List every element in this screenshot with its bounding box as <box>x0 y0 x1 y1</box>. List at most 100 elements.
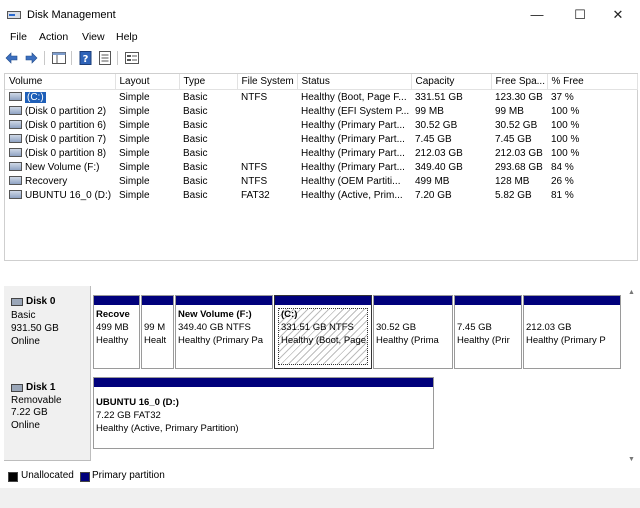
primary-partition-bar <box>94 296 139 305</box>
partition-status: Healt <box>144 335 167 346</box>
disk-0-type: Basic <box>11 310 36 321</box>
partition-new-volume-f[interactable]: New Volume (F:) 349.40 GB NTFS Healthy (Pr… <box>175 295 273 369</box>
menu-help[interactable]: Help <box>116 31 138 43</box>
toolbar: ? <box>0 48 640 68</box>
partition-disk0-7[interactable]: 7.45 GB Healthy (Prir <box>454 295 522 369</box>
disk-management-window: Disk Management — ☐ ✕ File Action View H… <box>0 0 640 508</box>
file-system-cell: NTFS <box>241 161 268 173</box>
toolbar-separator <box>44 51 45 65</box>
disk-list-view-icon[interactable] <box>124 50 140 66</box>
partition-efi[interactable]: 99 M Healt <box>141 295 174 369</box>
minimize-button[interactable]: — <box>515 0 559 30</box>
capacity-cell: 30.52 GB <box>415 119 458 131</box>
column-header-type[interactable]: Type <box>179 74 238 90</box>
primary-partition-bar <box>374 296 452 305</box>
partition-c-selected[interactable]: (C:) 331.51 GB NTFS Healthy (Boot, Page <box>274 295 372 369</box>
vertical-scrollbar[interactable]: ▲ ▼ <box>626 286 636 466</box>
column-header-file-system[interactable]: File System <box>237 74 298 90</box>
percent-free-cell: 100 % <box>551 147 580 159</box>
disk-icon <box>11 298 23 306</box>
file-system-cell: NTFS <box>241 175 268 187</box>
volume-name: Recovery <box>25 175 68 187</box>
partition-recovery[interactable]: Recove 499 MB Healthy <box>93 295 140 369</box>
column-header-layout[interactable]: Layout <box>115 74 180 90</box>
window-title: Disk Management <box>27 9 116 21</box>
type-cell: Basic <box>183 133 208 145</box>
status-cell: Healthy (Primary Part... <box>301 119 405 131</box>
disk-management-app-icon <box>7 11 21 19</box>
menu-bar: File Action View Help <box>0 30 640 46</box>
column-header-percent-free[interactable]: % Free <box>547 74 638 90</box>
table-row[interactable]: Recovery Simple Basic NTFS Healthy (OEM … <box>5 174 637 188</box>
disk-0-state: Online <box>11 336 40 347</box>
volume-name: New Volume (F:) <box>25 161 100 173</box>
partition-size: 331.51 GB NTFS <box>281 322 354 333</box>
volume-name: (Disk 0 partition 2) <box>25 105 107 117</box>
primary-partition-bar <box>142 296 173 305</box>
pane-splitter[interactable] <box>0 262 640 286</box>
table-row[interactable]: (Disk 0 partition 7) Simple Basic Health… <box>5 132 637 146</box>
disk-1-label[interactable]: Disk 1 Removable 7.22 GB Online <box>4 374 91 461</box>
table-row[interactable]: (C:) Simple Basic NTFS Healthy (Boot, Pa… <box>5 90 637 105</box>
partition-size: 499 MB <box>96 322 129 333</box>
table-row[interactable]: UBUNTU 16_0 (D:) Simple Basic FAT32 Heal… <box>5 188 637 202</box>
menu-action[interactable]: Action <box>39 31 68 43</box>
primary-partition-bar <box>524 296 620 305</box>
table-header-row: Volume Layout Type File System Status Ca… <box>5 74 638 90</box>
table-row[interactable]: (Disk 0 partition 2) Simple Basic Health… <box>5 104 637 118</box>
partition-label: UBUNTU 16_0 (D:) <box>96 397 179 408</box>
disk-1-type: Removable <box>11 395 62 406</box>
back-arrow-icon[interactable] <box>4 50 20 66</box>
percent-free-cell: 81 % <box>551 189 574 201</box>
scroll-down-arrow-icon[interactable]: ▼ <box>628 456 635 463</box>
volume-name: (C:) <box>25 91 46 103</box>
column-header-volume[interactable]: Volume <box>5 74 116 90</box>
volume-icon <box>9 162 22 172</box>
layout-cell: Simple <box>119 105 150 117</box>
volume-name: (Disk 0 partition 7) <box>25 133 107 145</box>
status-cell: Healthy (Primary Part... <box>301 133 405 145</box>
properties-icon[interactable] <box>97 50 113 66</box>
disk-1-name: Disk 1 <box>26 382 56 393</box>
forward-arrow-icon[interactable] <box>23 50 39 66</box>
partition-disk0-8[interactable]: 212.03 GB Healthy (Primary P <box>523 295 621 369</box>
column-header-free-space[interactable]: Free Spa... <box>491 74 548 90</box>
column-header-status[interactable]: Status <box>297 74 412 90</box>
layout-cell: Simple <box>119 119 150 131</box>
partition-ubuntu-d[interactable]: UBUNTU 16_0 (D:) 7.22 GB FAT32 Healthy (Ac… <box>93 377 434 449</box>
primary-partition-bar <box>275 296 371 305</box>
percent-free-cell: 100 % <box>551 133 580 145</box>
scroll-up-arrow-icon[interactable]: ▲ <box>628 289 635 296</box>
table-row[interactable]: New Volume (F:) Simple Basic NTFS Health… <box>5 160 637 174</box>
show-hide-console-tree-icon[interactable] <box>51 50 67 66</box>
free-space-cell: 5.82 GB <box>495 189 532 201</box>
partition-disk0-6[interactable]: 30.52 GB Healthy (Prima <box>373 295 453 369</box>
disk-0-row: Disk 0 Basic 931.50 GB Online Recove 499 … <box>4 286 626 375</box>
capacity-cell: 499 MB <box>415 175 450 187</box>
menu-file[interactable]: File <box>10 31 27 43</box>
free-space-cell: 99 MB <box>495 105 524 117</box>
layout-cell: Simple <box>119 133 150 145</box>
partition-size: 7.45 GB <box>457 322 492 333</box>
volume-icon <box>9 92 22 102</box>
partition-size: 212.03 GB <box>526 322 572 333</box>
table-row[interactable]: (Disk 0 partition 6) Simple Basic Health… <box>5 118 637 132</box>
free-space-cell: 7.45 GB <box>495 133 532 145</box>
unallocated-swatch <box>8 472 18 482</box>
volume-icon <box>9 148 22 158</box>
table-row[interactable]: (Disk 0 partition 8) Simple Basic Health… <box>5 146 637 160</box>
column-header-capacity[interactable]: Capacity <box>411 74 492 90</box>
partition-status: Healthy (Prima <box>376 335 439 346</box>
partition-size: 7.22 GB FAT32 <box>96 410 161 421</box>
close-button[interactable]: ✕ <box>596 0 640 30</box>
type-cell: Basic <box>183 161 208 173</box>
status-cell: Healthy (Primary Part... <box>301 147 405 159</box>
free-space-cell: 293.68 GB <box>495 161 543 173</box>
type-cell: Basic <box>183 119 208 131</box>
percent-free-cell: 100 % <box>551 105 580 117</box>
title-bar: Disk Management — ☐ ✕ <box>0 0 640 30</box>
menu-view[interactable]: View <box>82 31 105 43</box>
capacity-cell: 349.40 GB <box>415 161 463 173</box>
help-icon[interactable]: ? <box>78 50 94 66</box>
disk-0-label[interactable]: Disk 0 Basic 931.50 GB Online <box>4 286 91 375</box>
